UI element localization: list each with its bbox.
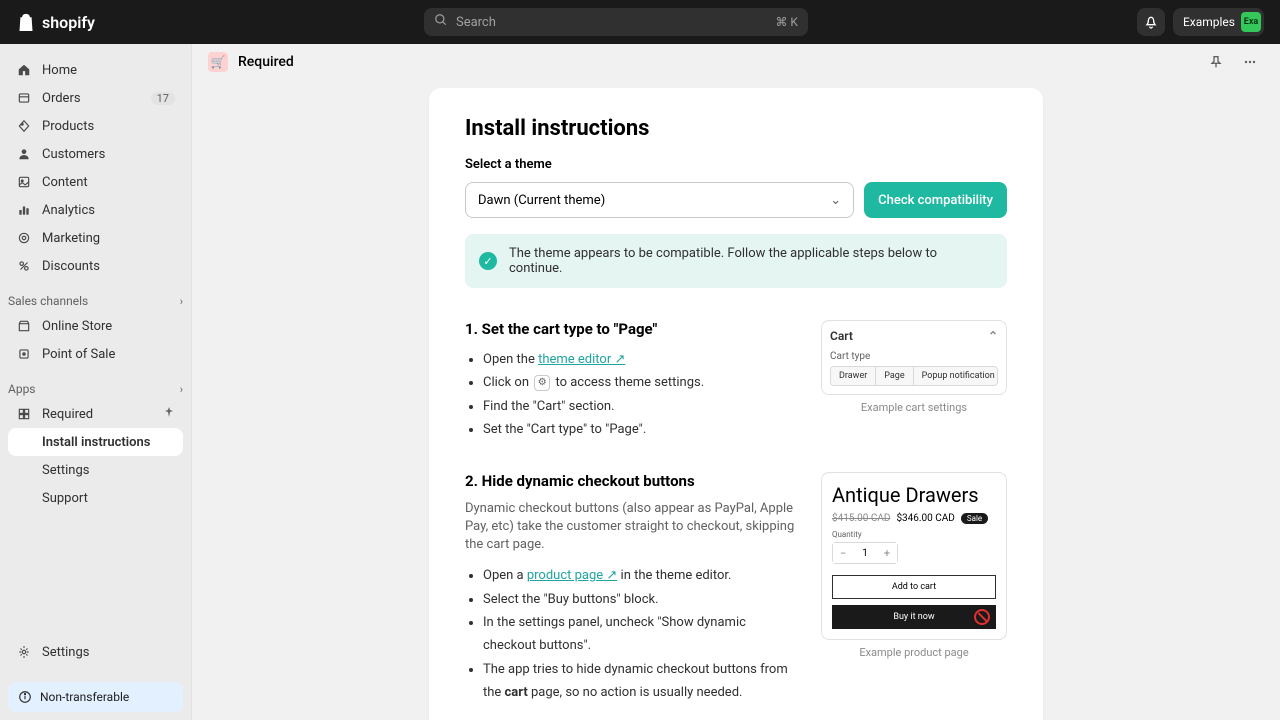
nav-app-required[interactable]: Required <box>8 400 183 428</box>
product-figure-caption: Example product page <box>821 646 1007 659</box>
add-to-cart-button: Add to cart <box>832 575 996 599</box>
home-icon <box>16 63 32 77</box>
product-title: Antique Drawers <box>832 483 996 507</box>
gear-inline-icon: ⚙ <box>534 375 550 391</box>
orders-icon <box>16 91 32 105</box>
products-icon <box>16 119 32 133</box>
heading-sales-channels[interactable]: Sales channels› <box>0 284 191 312</box>
shopify-bag-icon <box>16 11 36 33</box>
nav-customers[interactable]: Customers <box>8 140 183 168</box>
more-icon <box>1242 54 1258 70</box>
heading-apps[interactable]: Apps› <box>0 372 191 400</box>
cart-type-popup: Popup notification <box>914 367 998 385</box>
chevron-down-icon: ⌄ <box>830 193 841 208</box>
pos-icon <box>16 347 32 361</box>
nav-marketing[interactable]: Marketing <box>8 224 183 252</box>
store-icon <box>16 319 32 333</box>
cart-type-page: Page <box>876 367 913 385</box>
nav-products[interactable]: Products <box>8 112 183 140</box>
buy-it-now-button: Buy it now <box>832 605 996 629</box>
search-kbd-hint: ⌘ K <box>775 15 798 29</box>
user-menu[interactable]: Examples Exa <box>1173 8 1264 36</box>
analytics-icon <box>16 203 32 217</box>
cart-figure-caption: Example cart settings <box>821 401 1007 414</box>
discounts-icon <box>16 259 32 273</box>
nav-settings[interactable]: Settings <box>8 638 183 666</box>
product-page-link[interactable]: product page ↗ <box>527 568 617 583</box>
step1-title: 1. Set the cart type to "Page" <box>465 320 797 338</box>
search-placeholder: Search <box>456 15 496 30</box>
bell-icon <box>1143 14 1159 30</box>
pin-icon[interactable] <box>163 406 175 422</box>
price-sale: $346.00 CAD <box>896 513 954 524</box>
info-icon <box>18 690 32 704</box>
cart-settings-figure: Cart⌃ Cart type Drawer Page Popup notifi… <box>821 320 1007 395</box>
nav-analytics[interactable]: Analytics <box>8 196 183 224</box>
search-icon <box>434 13 448 31</box>
chevron-right-icon: › <box>180 295 183 308</box>
step2-list: Open a product page ↗ in the theme edito… <box>465 564 797 704</box>
quantity-label: Quantity <box>832 530 996 539</box>
app-icon <box>16 407 32 421</box>
sub-support[interactable]: Support <box>8 484 183 512</box>
theme-select[interactable]: Dawn (Current theme) ⌄ <box>465 182 854 218</box>
price-original: $415.00 CAD <box>832 513 890 524</box>
user-name: Examples <box>1183 15 1235 29</box>
nav-discounts[interactable]: Discounts <box>8 252 183 280</box>
qty-value: 1 <box>853 548 877 559</box>
prohibited-icon <box>974 609 990 625</box>
pin-icon <box>1208 54 1224 70</box>
customers-icon <box>16 147 32 161</box>
sub-install-instructions[interactable]: Install instructions <box>8 428 183 456</box>
check-compatibility-button[interactable]: Check compatibility <box>864 182 1007 218</box>
theme-editor-link[interactable]: theme editor ↗ <box>538 352 625 367</box>
sub-settings[interactable]: Settings <box>8 456 183 484</box>
notifications-button[interactable] <box>1137 8 1165 36</box>
nav-content[interactable]: Content <box>8 168 183 196</box>
step1-list: Open the theme editor ↗ Click on ⚙ to ac… <box>465 348 797 442</box>
step2-desc: Dynamic checkout buttons (also appear as… <box>465 500 797 555</box>
marketing-icon <box>16 231 32 245</box>
step2-title: 2. Hide dynamic checkout buttons <box>465 472 797 490</box>
brand-name: shopify <box>42 13 95 32</box>
orders-badge: 17 <box>151 92 175 105</box>
chevron-right-icon: › <box>180 383 183 396</box>
chevron-up-icon: ⌃ <box>988 329 998 343</box>
cart-type-drawer: Drawer <box>831 367 876 385</box>
non-transferable-badge: Non-transferable <box>8 682 183 712</box>
sale-badge: Sale <box>961 513 988 524</box>
app-header-icon: 🛒 <box>208 52 228 72</box>
nav-orders[interactable]: Orders17 <box>8 84 183 112</box>
qty-plus: + <box>877 543 897 563</box>
check-icon: ✓ <box>479 252 497 270</box>
content-icon <box>16 175 32 189</box>
quantity-stepper: − 1 + <box>832 542 898 564</box>
select-theme-heading: Select a theme <box>465 157 1007 172</box>
gear-icon <box>16 645 32 659</box>
qty-minus: − <box>833 543 853 563</box>
nav-point-of-sale[interactable]: Point of Sale <box>8 340 183 368</box>
nav-online-store[interactable]: Online Store <box>8 312 183 340</box>
card-title: Install instructions <box>465 116 1007 141</box>
brand-logo[interactable]: shopify <box>16 11 95 33</box>
compatibility-banner: ✓ The theme appears to be compatible. Fo… <box>465 234 1007 288</box>
search-input[interactable]: Search ⌘ K <box>424 8 808 36</box>
page-title: Required <box>238 54 294 70</box>
more-button[interactable] <box>1236 48 1264 76</box>
avatar: Exa <box>1241 12 1261 32</box>
pin-button[interactable] <box>1202 48 1230 76</box>
product-page-figure: Antique Drawers $415.00 CAD $346.00 CAD … <box>821 472 1007 641</box>
nav-home[interactable]: Home <box>8 56 183 84</box>
